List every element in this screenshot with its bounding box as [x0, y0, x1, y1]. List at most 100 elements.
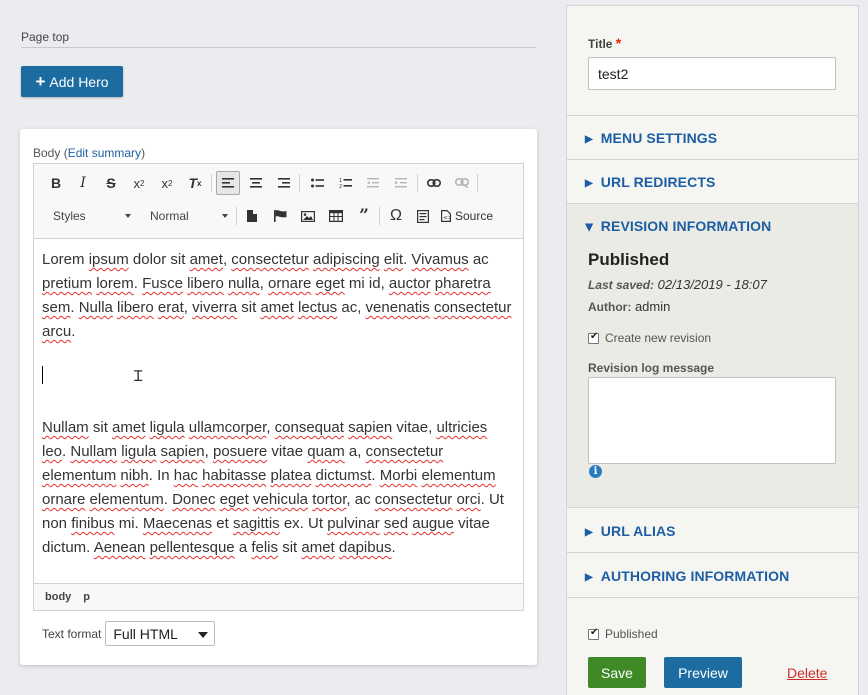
misspelled-word: arcu — [42, 323, 72, 340]
misspelled-word: elementum — [89, 491, 164, 508]
menu-settings-toggle[interactable]: ▶ MENU SETTINGS — [585, 130, 717, 146]
remove-format-icon[interactable]: Tx — [183, 171, 207, 195]
numbered-list-icon[interactable]: 12 — [333, 171, 357, 195]
rich-text-editor: B I S x2 x2 Tx 12 Styles Normal ” Ω <> S… — [33, 163, 524, 611]
misspelled-word: Morbi — [379, 467, 418, 484]
url-alias-section[interactable]: ▶ URL ALIAS — [567, 508, 858, 553]
caret-right-icon: ▶ — [585, 178, 593, 189]
path-item[interactable]: body — [45, 591, 71, 603]
misspelled-word: consequat — [274, 419, 344, 436]
text-run: . — [163, 491, 173, 508]
text-run: . — [371, 467, 380, 484]
toolbar-separator — [477, 174, 478, 192]
misspelled-word: amet — [260, 299, 294, 316]
align-center-icon[interactable] — [244, 171, 268, 195]
outdent-icon[interactable] — [361, 171, 385, 195]
authoring-information-toggle[interactable]: ▶ AUTHORING INFORMATION — [585, 568, 789, 584]
misspelled-word: quam — [307, 443, 345, 460]
element-path-bar: body p — [34, 583, 523, 610]
misspelled-word: felis — [251, 539, 279, 556]
misspelled-word: hac — [173, 467, 198, 484]
misspelled-word: ligula — [149, 419, 185, 436]
misspelled-word: leo — [42, 443, 63, 460]
misspelled-word: dapibus — [338, 539, 392, 556]
text-run: sit — [278, 539, 302, 556]
misspelled-word: nulla — [227, 275, 260, 292]
align-left-icon[interactable] — [216, 171, 240, 195]
editor-paragraph[interactable]: Nullam sit amet ligula ullamcorper, cons… — [42, 416, 515, 560]
misspelled-word: viverra — [192, 299, 238, 316]
body-card: Body (Edit summary) B I S x2 x2 Tx 1 2 S… — [20, 129, 537, 665]
create-revision-checkbox[interactable] — [588, 331, 599, 345]
misspelled-word: auctor — [388, 275, 431, 292]
bold-icon[interactable]: B — [44, 171, 68, 195]
bulleted-list-icon[interactable] — [305, 171, 329, 195]
empty-paragraph[interactable] — [42, 368, 515, 392]
ibeam-cursor-icon: Ɪ — [134, 368, 143, 385]
unlink-icon[interactable] — [450, 171, 474, 195]
strikethrough-icon[interactable]: S — [99, 171, 123, 195]
superscript-icon[interactable]: x2 — [127, 171, 151, 195]
misspelled-word: Nullam — [42, 419, 89, 436]
authoring-information-section[interactable]: ▶ AUTHORING INFORMATION — [567, 553, 858, 598]
svg-text:2: 2 — [339, 184, 342, 189]
misspelled-word: ornare — [42, 491, 86, 508]
caret-right-icon: ▶ — [585, 527, 593, 538]
indent-icon[interactable] — [389, 171, 413, 195]
misspelled-word: nibh — [120, 467, 149, 484]
image-icon[interactable] — [296, 204, 320, 228]
misspelled-word: pretium — [42, 275, 93, 292]
chevron-down-icon — [222, 214, 228, 218]
text-run: . — [391, 539, 396, 556]
toolbar-separator — [299, 174, 300, 192]
misspelled-word: pellentesque — [149, 539, 235, 556]
text-format-select[interactable]: Full HTML — [105, 621, 216, 646]
misspelled-word: orci — [456, 491, 481, 508]
table-icon[interactable] — [324, 204, 348, 228]
published-row: Published — [588, 627, 658, 641]
misspelled-word: tortor — [312, 491, 347, 508]
misspelled-word: elementum — [421, 467, 496, 484]
text-format-label: Text format — [42, 626, 102, 641]
url-alias-toggle[interactable]: ▶ URL ALIAS — [585, 523, 676, 539]
revision-information-toggle[interactable]: ▶ REVISION INFORMATION — [583, 218, 771, 234]
url-redirects-section[interactable]: ▶ URL REDIRECTS — [567, 160, 858, 204]
revision-log-label: Revision log message — [588, 361, 715, 375]
format-dropdown[interactable]: Normal — [150, 204, 228, 228]
document-icon[interactable] — [240, 204, 264, 228]
subscript-icon[interactable]: x2 — [155, 171, 179, 195]
svg-text:<>: <> — [443, 215, 451, 222]
align-right-icon[interactable] — [272, 171, 296, 195]
title-label: Title * — [588, 35, 622, 51]
path-item[interactable]: p — [83, 591, 90, 603]
editor-paragraph[interactable]: Lorem ipsum dolor sit amet, consectetur … — [42, 248, 515, 344]
italic-icon[interactable]: I — [71, 171, 95, 195]
blockquote-icon[interactable]: ” — [352, 204, 376, 228]
link-icon[interactable] — [422, 171, 446, 195]
edit-summary-link[interactable]: Edit summary — [68, 146, 141, 160]
add-hero-label: Add Hero — [49, 73, 109, 90]
save-button[interactable]: Save — [588, 657, 646, 688]
flag-icon[interactable] — [268, 204, 292, 228]
text-run: mi id, — [344, 275, 389, 292]
published-checkbox[interactable] — [588, 627, 599, 641]
url-redirects-toggle[interactable]: ▶ URL REDIRECTS — [585, 174, 715, 190]
preview-button[interactable]: Preview — [664, 657, 742, 688]
delete-link[interactable]: Delete — [787, 665, 827, 681]
misspelled-word: augue — [412, 515, 454, 532]
title-input[interactable]: test2 — [588, 57, 836, 90]
code-block-icon[interactable] — [411, 204, 435, 228]
author: Author: admin — [588, 299, 671, 314]
source-button[interactable]: <> Source — [441, 204, 505, 228]
info-icon[interactable]: i — [589, 465, 602, 478]
special-character-icon[interactable]: Ω — [384, 204, 408, 228]
menu-settings-section[interactable]: ▶ MENU SETTINGS — [567, 116, 858, 160]
misspelled-word: vehicula — [252, 491, 309, 508]
editor-content[interactable]: Lorem ipsum dolor sit amet, consectetur … — [34, 240, 523, 584]
divider — [21, 47, 536, 48]
add-hero-button[interactable]: + Add Hero — [21, 66, 123, 97]
revision-log-textarea[interactable] — [588, 377, 836, 464]
misspelled-word: lorem — [96, 275, 134, 292]
styles-dropdown[interactable]: Styles — [53, 204, 131, 228]
caret-right-icon: ▶ — [585, 572, 593, 583]
